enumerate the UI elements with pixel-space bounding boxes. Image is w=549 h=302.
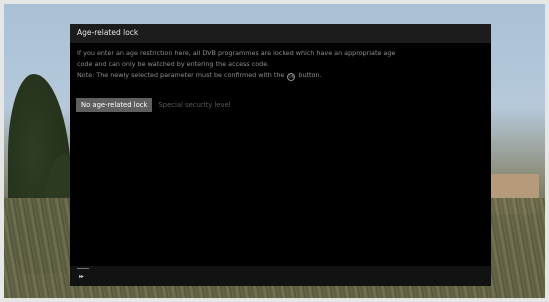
age-lock-menu-panel: Age-related lock If you enter an age res… <box>70 24 491 286</box>
note-suffix: button. <box>298 71 322 79</box>
forward-icon: ▸▸ <box>79 273 84 280</box>
background-photo: Age-related lock If you enter an age res… <box>0 0 549 302</box>
menu-header: Age-related lock <box>70 24 491 43</box>
age-lock-options: No age-related lock Special security lev… <box>76 98 231 112</box>
option-special-security-level[interactable]: Special security level <box>158 98 230 112</box>
description-line-2: code and can only be watched by entering… <box>77 60 270 68</box>
description-note: Note: The newly selected parameter must … <box>77 70 487 81</box>
option-no-age-lock[interactable]: No age-related lock <box>76 98 153 112</box>
menu-title: Age-related lock <box>77 28 139 37</box>
ok-button-icon: OK <box>287 73 296 81</box>
description-line-1: If you enter an age restriction here, al… <box>77 49 396 57</box>
menu-description: If you enter an age restriction here, al… <box>77 48 487 81</box>
footer-divider <box>77 268 89 269</box>
note-prefix: Note: The newly selected parameter must … <box>77 71 285 79</box>
menu-footer: ▸▸ <box>70 266 491 286</box>
